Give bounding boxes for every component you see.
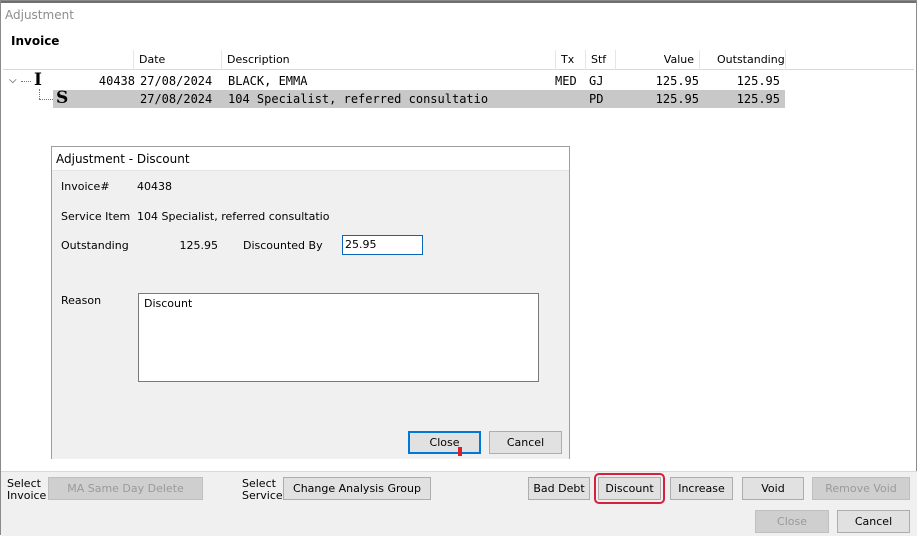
dialog-close-button[interactable]: Close [408, 431, 481, 454]
cancel-button[interactable]: Cancel [837, 510, 910, 533]
close-button[interactable]: Close [755, 510, 829, 533]
column-header-description[interactable]: Description [221, 50, 555, 70]
adjustment-window: Adjustment Invoice Date Description Tx S… [0, 0, 917, 536]
change-analysis-group-button[interactable]: Change Analysis Group [283, 477, 431, 500]
void-button[interactable]: Void [742, 477, 804, 500]
invoice-number-value: 40438 [137, 180, 172, 193]
column-divider [785, 50, 786, 70]
select-service-label-line2: Service [242, 489, 283, 502]
column-header-stf[interactable]: Stf [585, 50, 615, 70]
tree-connector [39, 89, 40, 99]
row-number: 40438 [98, 74, 135, 88]
row-description: BLACK, EMMA [228, 74, 308, 88]
row-value: 125.95 [655, 92, 699, 106]
dialog-cancel-button[interactable]: Cancel [489, 431, 562, 454]
row-tx: MED [555, 74, 577, 88]
discount-button[interactable]: Discount [594, 473, 665, 504]
window-title: Adjustment [5, 8, 74, 22]
row-description: 104 Specialist, referred consultatio [228, 92, 489, 106]
dialog-titlebar[interactable]: Adjustment - Discount [52, 147, 569, 171]
table-row-selected[interactable]: S 27/08/2024 104 Specialist, referred co… [53, 88, 785, 108]
discount-dialog: Adjustment - Discount Invoice# 40438 Ser… [51, 146, 570, 459]
dialog-title: Adjustment - Discount [56, 152, 190, 166]
dialog-body: Invoice# 40438 Service Item 104 Speciali… [52, 171, 569, 459]
column-header-value[interactable]: Value [615, 50, 699, 70]
invoice-number-label: Invoice# [61, 180, 110, 193]
select-invoice-label: Select Invoice [7, 478, 46, 502]
grid-header: Date Description Tx Stf Value Outstandin… [3, 50, 914, 70]
column-header-tx[interactable]: Tx [555, 50, 585, 70]
row-date: 27/08/2024 [140, 92, 213, 106]
row-stf: PD [589, 92, 604, 106]
cursor-marker [458, 447, 462, 456]
column-header-outstanding[interactable]: Outstanding [699, 50, 785, 70]
row-value: 125.95 [655, 74, 699, 88]
reason-label: Reason [61, 294, 102, 307]
table-row[interactable]: I 40438 27/08/2024 BLACK, EMMA MED GJ 12… [3, 70, 785, 90]
outstanding-label: Outstanding [61, 239, 129, 252]
service-item-value: 104 Specialist, referred consultatio [137, 210, 330, 223]
bottom-action-bar: Select Invoice MA Same Day Delete Select… [1, 471, 917, 536]
select-service-label: Select Service [242, 478, 283, 502]
select-invoice-label-line2: Invoice [7, 489, 47, 502]
discounted-by-label: Discounted By [243, 239, 323, 252]
outstanding-value: 125.95 [179, 239, 219, 252]
remove-void-button[interactable]: Remove Void [812, 477, 910, 500]
bad-debt-button[interactable]: Bad Debt [528, 477, 590, 500]
window-top-border [1, 1, 916, 3]
ma-same-day-delete-button[interactable]: MA Same Day Delete [48, 477, 203, 500]
row-date: 27/08/2024 [140, 74, 213, 88]
row-outstanding: 125.95 [736, 74, 780, 88]
discounted-by-input[interactable]: 25.95 [342, 235, 423, 255]
invoice-type-icon: I [34, 70, 42, 90]
row-outstanding: 125.95 [736, 92, 780, 106]
increase-button[interactable]: Increase [670, 477, 733, 500]
service-type-icon: S [56, 88, 69, 108]
invoice-section-label: Invoice [11, 34, 60, 48]
reason-textarea[interactable]: Discount [138, 293, 539, 382]
row-stf: GJ [589, 74, 604, 88]
column-header-date[interactable]: Date [133, 50, 221, 70]
service-item-label: Service Item [61, 210, 131, 223]
